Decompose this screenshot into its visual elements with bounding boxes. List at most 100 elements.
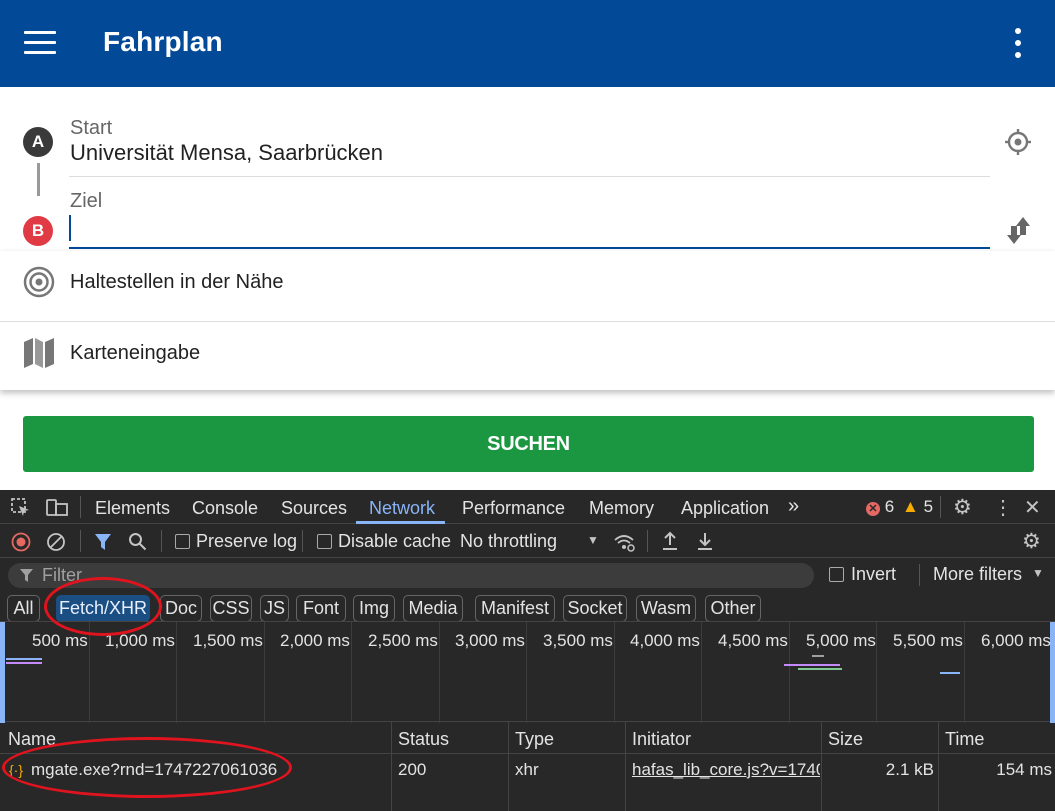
timeline-gridline xyxy=(789,622,790,723)
toolbar-separator xyxy=(302,530,303,552)
export-har-icon[interactable] xyxy=(696,531,714,551)
error-counter[interactable]: ✕ 6 xyxy=(866,497,894,517)
type-filter-font[interactable]: Font xyxy=(296,595,346,622)
timeline-activity-bar xyxy=(784,664,840,666)
destination-field-underline xyxy=(69,247,990,249)
suggestions-dropdown: Haltestellen in der Nähe Karteneingabe xyxy=(0,251,1055,390)
type-filter-img[interactable]: Img xyxy=(353,595,395,622)
type-filter-js[interactable]: JS xyxy=(260,595,289,622)
menu-icon[interactable] xyxy=(24,31,56,55)
timeline-gridline xyxy=(351,622,352,723)
filter-row: Filter Invert More filters ▼ xyxy=(0,558,1055,592)
locate-icon[interactable] xyxy=(1004,128,1032,156)
request-time: 154 ms xyxy=(996,760,1052,779)
suggestion-label: Haltestellen in der Nähe xyxy=(70,271,284,293)
target-icon xyxy=(23,266,55,298)
start-field-label: Start xyxy=(70,117,113,139)
map-icon xyxy=(24,338,54,368)
swap-icon[interactable] xyxy=(1007,215,1031,245)
tab-network[interactable]: Network xyxy=(369,498,435,519)
timeline-activity-bar xyxy=(812,655,824,657)
network-conditions-icon[interactable] xyxy=(613,532,635,552)
request-size: 2.1 kB xyxy=(885,760,934,779)
chevron-down-icon[interactable]: ▼ xyxy=(587,533,599,547)
timeline-tick-label: 1,500 ms xyxy=(193,631,263,650)
suggestion-nearby-stops[interactable]: Haltestellen in der Nähe xyxy=(0,251,1055,319)
tab-sources[interactable]: Sources xyxy=(281,498,347,519)
timeline-left-handle[interactable] xyxy=(0,622,5,723)
request-status: 200 xyxy=(398,760,427,779)
tab-application[interactable]: Application xyxy=(681,498,769,519)
toolbar-separator xyxy=(647,530,648,552)
preserve-log-label: Preserve log xyxy=(196,531,298,551)
request-initiator-link[interactable]: hafas_lib_core.js?v=1740 xyxy=(632,760,820,780)
disable-cache-checkbox[interactable] xyxy=(317,534,332,549)
throttling-select[interactable]: No throttling xyxy=(460,531,557,552)
timeline-gridline xyxy=(876,622,877,723)
timeline-gridline xyxy=(439,622,440,723)
column-time[interactable]: Time xyxy=(945,729,984,750)
disable-cache-label: Disable cache xyxy=(338,531,452,551)
preserve-log-checkbox[interactable] xyxy=(175,534,190,549)
column-status[interactable]: Status xyxy=(398,729,449,750)
invert-checkbox[interactable] xyxy=(829,567,844,582)
more-options-icon[interactable] xyxy=(1008,26,1028,62)
error-count: 6 xyxy=(884,497,895,516)
toolbar-separator xyxy=(919,564,920,586)
more-tabs-icon[interactable]: » xyxy=(788,495,799,518)
tab-console[interactable]: Console xyxy=(192,498,258,519)
filter-funnel-icon[interactable] xyxy=(94,533,112,551)
destination-field-label: Ziel xyxy=(70,190,103,212)
search-icon[interactable] xyxy=(128,532,147,551)
timeline-gridline xyxy=(89,622,90,723)
inspect-element-icon[interactable] xyxy=(11,498,31,518)
more-filters-button[interactable]: More filters xyxy=(933,564,1022,585)
column-type[interactable]: Type xyxy=(515,729,554,750)
type-filter-other[interactable]: Other xyxy=(705,595,761,622)
column-size[interactable]: Size xyxy=(828,729,863,750)
text-cursor xyxy=(69,215,71,241)
devtools-menu-icon[interactable]: ⋮ xyxy=(993,495,1013,520)
type-filter-doc[interactable]: Doc xyxy=(160,595,202,622)
type-filter-css[interactable]: CSS xyxy=(210,595,252,622)
timeline-gridline xyxy=(701,622,702,723)
toolbar-separator xyxy=(161,530,162,552)
start-marker: A xyxy=(23,127,53,157)
suggestion-map-input[interactable]: Karteneingabe xyxy=(0,322,1055,390)
tab-performance[interactable]: Performance xyxy=(462,498,565,519)
timeline-tick-label: 6,000 ms xyxy=(981,631,1051,650)
timeline-tick-label: 3,000 ms xyxy=(455,631,525,650)
chevron-down-icon[interactable]: ▼ xyxy=(1032,566,1044,580)
warning-counter[interactable]: ▲ 5 xyxy=(902,497,933,517)
tab-memory[interactable]: Memory xyxy=(589,498,654,519)
column-initiator[interactable]: Initiator xyxy=(632,729,691,750)
timeline-activity-bar xyxy=(6,662,42,664)
destination-marker: B xyxy=(23,216,53,246)
start-field[interactable]: Universität Mensa, Saarbrücken xyxy=(70,140,383,166)
type-filter-wasm[interactable]: Wasm xyxy=(636,595,696,622)
timeline-tick-label: 4,000 ms xyxy=(630,631,700,650)
clear-icon[interactable] xyxy=(46,532,66,552)
device-toolbar-icon[interactable] xyxy=(46,498,68,518)
suggestion-label: Karteneingabe xyxy=(70,342,201,364)
type-filter-all[interactable]: All xyxy=(7,595,40,622)
request-type: xhr xyxy=(515,760,539,779)
record-icon[interactable] xyxy=(11,532,31,552)
settings-gear-icon[interactable]: ⚙ xyxy=(953,495,972,520)
network-settings-icon[interactable]: ⚙ xyxy=(1022,529,1041,554)
annotation-circle-request xyxy=(2,737,292,798)
search-button[interactable]: SUCHEN xyxy=(23,416,1034,472)
timeline-gridline xyxy=(614,622,615,723)
toolbar-separator xyxy=(80,530,81,552)
timeline-gridline xyxy=(264,622,265,723)
type-filter-manifest[interactable]: Manifest xyxy=(475,595,555,622)
close-devtools-icon[interactable]: ✕ xyxy=(1024,495,1041,520)
type-filter-socket[interactable]: Socket xyxy=(563,595,627,622)
app-header: Fahrplan xyxy=(0,0,1055,87)
timeline-tick-label: 5,000 ms xyxy=(806,631,876,650)
tab-elements[interactable]: Elements xyxy=(95,498,170,519)
import-har-icon[interactable] xyxy=(661,531,679,551)
type-filter-media[interactable]: Media xyxy=(403,595,463,622)
warning-count: 5 xyxy=(923,497,934,516)
network-timeline-overview[interactable]: 500 ms 1,000 ms 1,500 ms 2,000 ms 2,500 … xyxy=(0,621,1055,723)
